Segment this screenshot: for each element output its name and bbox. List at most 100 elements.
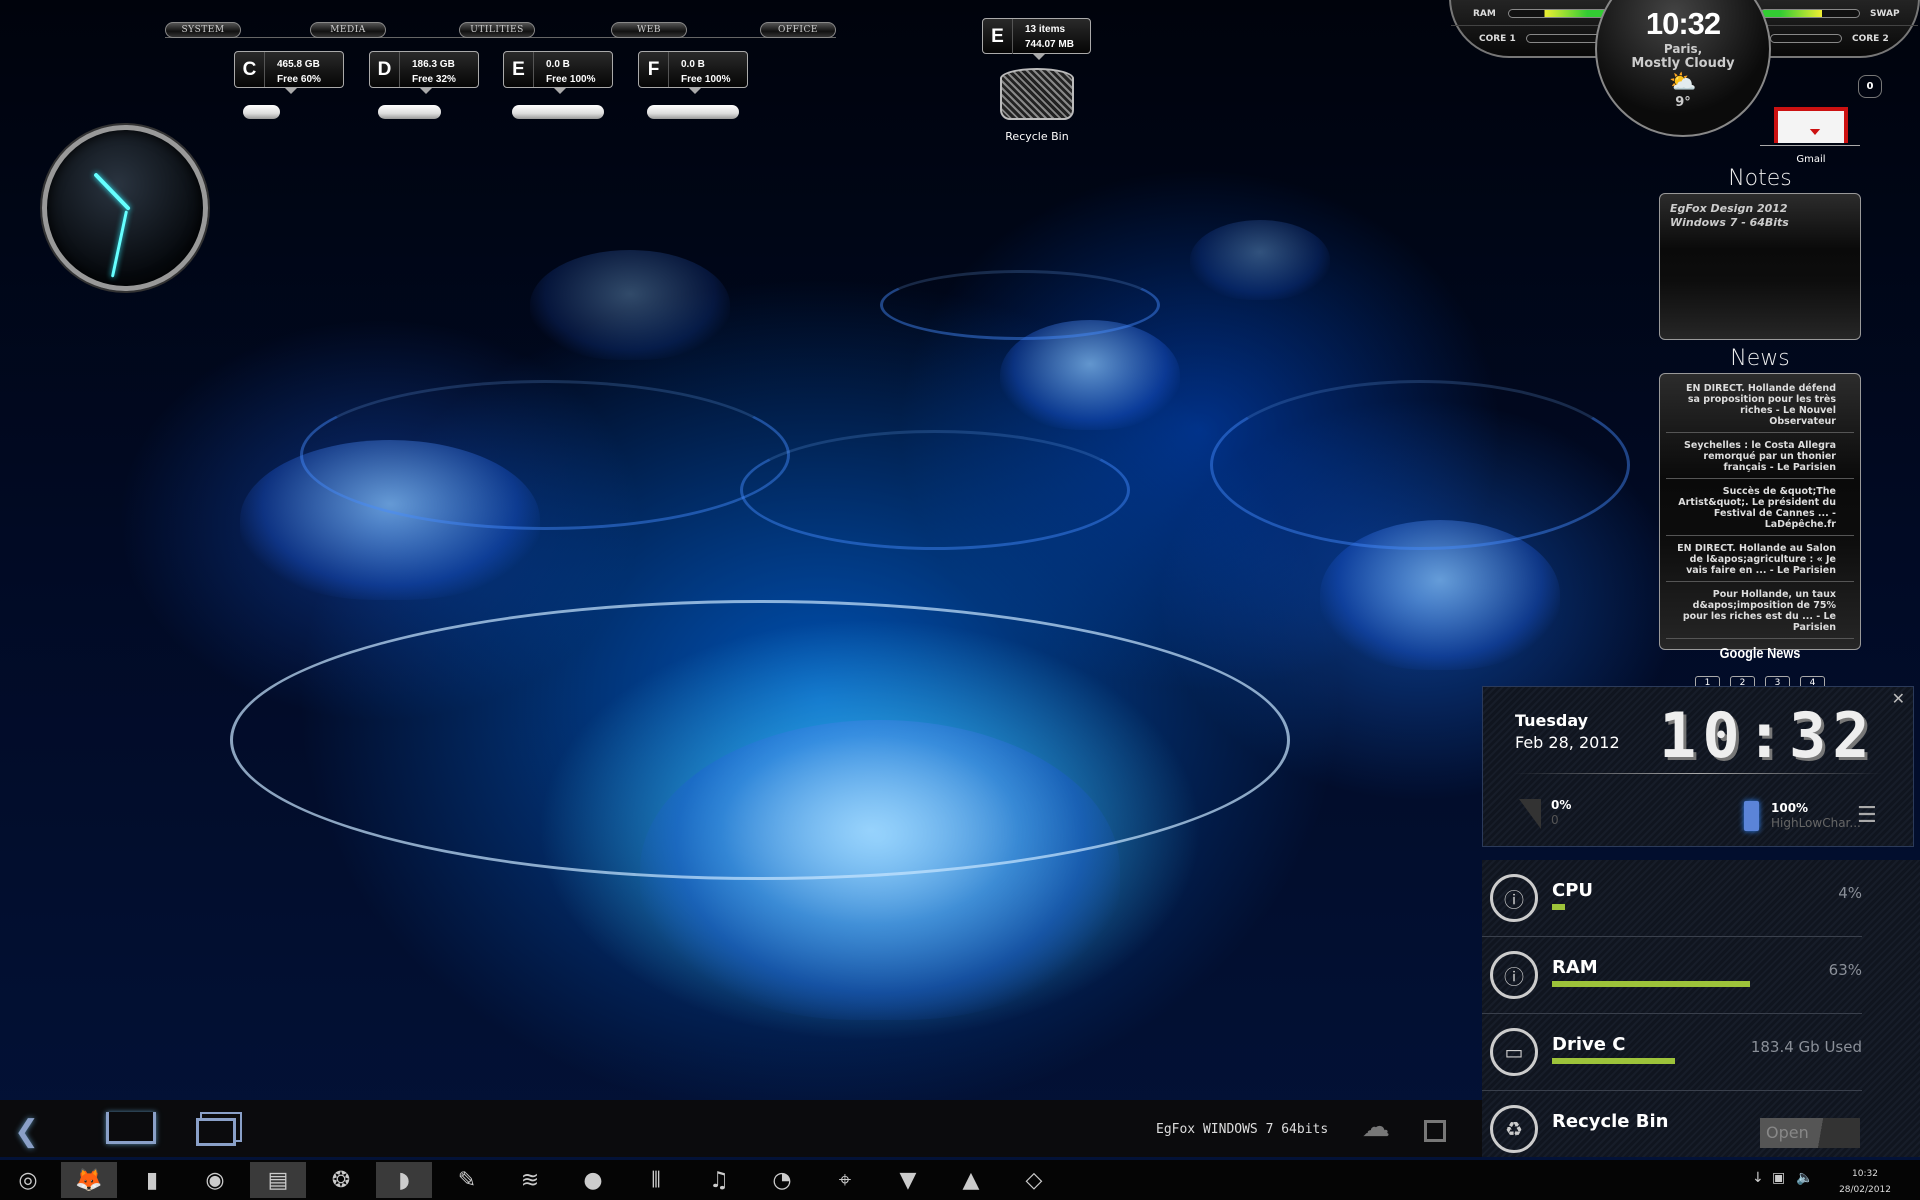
battery-percent: 100%: [1771, 801, 1809, 815]
water-ring: [740, 430, 1130, 550]
news-item[interactable]: EN DIRECT. Hollande au Salon de l&apos;a…: [1666, 536, 1854, 582]
core1-label: CORE 1: [1479, 34, 1516, 44]
chrome-icon[interactable]: ◉: [187, 1162, 243, 1198]
water-ring: [880, 270, 1160, 340]
battery-label: HighLowChar...: [1771, 816, 1861, 830]
stat-name: CPU: [1552, 880, 1594, 901]
analog-clock: [42, 125, 208, 291]
settings-sliders-icon[interactable]: ☰: [1857, 803, 1877, 828]
pen-icon[interactable]: ✎: [439, 1162, 495, 1198]
drive-usage-bar: [243, 105, 280, 119]
cpu-info-icon: ⓘ: [1490, 874, 1538, 922]
stat-value: 183.4 Gb Used: [1750, 1038, 1862, 1056]
gmail-icon[interactable]: [1774, 107, 1848, 143]
drive-c-widget[interactable]: C 465.8 GB Free 60%: [234, 51, 344, 94]
swap-label: SWAP: [1870, 9, 1900, 19]
weather-time: 10:32: [1645, 6, 1721, 41]
weather-condition: Mostly Cloudy: [1631, 56, 1735, 71]
start-icon[interactable]: ◎: [0, 1162, 56, 1198]
clock-widget: ✕ Tuesday Feb 28, 2012 10:32 0% 0 100% H…: [1482, 686, 1914, 847]
google-news-label[interactable]: Google News: [1675, 645, 1845, 662]
drive-usage-bar: [647, 105, 739, 119]
weather-city: Paris,: [1663, 42, 1703, 56]
drive-letter: E: [504, 52, 534, 87]
navigation-bar: ❮ EgFox WINDOWS 7 64bits ☁: [0, 1100, 1482, 1157]
tray-time: 10:32: [1852, 1169, 1878, 1179]
partly-cloudy-icon: ⛅: [1669, 70, 1697, 95]
firefox-icon[interactable]: 🦊: [61, 1162, 117, 1198]
drive-e-widget[interactable]: E 0.0 B Free 100%: [503, 51, 613, 94]
swap-meter: [1760, 9, 1860, 18]
tray-clock[interactable]: 10:32 28/02/2012: [1830, 1166, 1900, 1198]
brush-icon[interactable]: ▮: [124, 1162, 180, 1198]
cloud-icon[interactable]: ☁: [1362, 1110, 1390, 1143]
music-icon[interactable]: ♫: [691, 1162, 747, 1198]
tab-web[interactable]: Web: [611, 22, 687, 38]
gmail-count-badge: 0: [1858, 75, 1882, 98]
news-item[interactable]: Succès de &quot;The Artist&quot;. Le pré…: [1666, 479, 1854, 536]
home-icon[interactable]: [106, 1112, 156, 1144]
coconut-icon[interactable]: ●: [565, 1162, 621, 1198]
drive-info: 0.0 B Free 100%: [681, 59, 731, 85]
recycle-bin-widget[interactable]: E 13 items 744.07 MB Recycle Bin: [982, 18, 1092, 153]
note-line: EgFox Design 2012: [1670, 202, 1788, 215]
stat-value: 63%: [1828, 961, 1862, 979]
tab-utilities[interactable]: Utilities: [459, 22, 535, 38]
drive-letter: F: [639, 52, 669, 87]
core2-meter: [1770, 34, 1842, 43]
drive-usage-bar: [512, 105, 604, 119]
file-manager-icon[interactable]: ▤: [250, 1162, 306, 1198]
spotify-icon[interactable]: ≋: [502, 1162, 558, 1198]
taskbar: ◎ 🦊 ▮ ◉ ▤ ❂ ◗ ✎ ≋ ● ⫴ ♫ ◔ ⌖ ▼ ▲ ◇ ↓ ▣ 🔈 10:32 28/02/2012: [0, 1160, 1920, 1200]
tab-office[interactable]: Office: [760, 22, 836, 38]
stat-name: RAM: [1552, 957, 1598, 978]
tab-system[interactable]: System: [165, 22, 241, 38]
ram-meter: [1508, 9, 1608, 18]
vial-icon[interactable]: ▼: [880, 1162, 936, 1198]
satellite-icon[interactable]: ⌖: [817, 1162, 873, 1198]
tools-icon[interactable]: ⫴: [628, 1162, 684, 1198]
tray-date: 28/02/2012: [1839, 1185, 1891, 1195]
hard-drive-icon: ▭: [1490, 1028, 1538, 1076]
tray-network-icon[interactable]: ▣: [1772, 1170, 1785, 1186]
thunderbird-icon[interactable]: ❂: [313, 1162, 369, 1198]
stat-value: 4%: [1838, 884, 1862, 902]
stats-panel: ⓘ CPU 4% ⓘ RAM 63% ▭ Drive C 183.4 Gb Used…: [1482, 860, 1920, 1157]
stat-name: Drive C: [1552, 1034, 1626, 1055]
weekday: Tuesday: [1515, 711, 1589, 730]
external-link-icon[interactable]: [1424, 1120, 1446, 1142]
notes-panel[interactable]: EgFox Design 2012 Windows 7 - 64Bits: [1659, 193, 1861, 340]
close-icon[interactable]: ✕: [1892, 689, 1905, 708]
ram-info-icon: ⓘ: [1490, 951, 1538, 999]
trash-can-icon: [1000, 68, 1074, 120]
back-icon[interactable]: ❮: [14, 1114, 39, 1149]
crystal-icon[interactable]: ◇: [1006, 1162, 1062, 1198]
stat-row-recycle-bin: ♻ Recycle Bin Open: [1482, 1091, 1862, 1168]
recycle-bin-label: Recycle Bin: [1005, 130, 1069, 143]
tray-volume-icon[interactable]: 🔈: [1796, 1170, 1813, 1186]
recent-apps-icon[interactable]: [196, 1118, 236, 1146]
tray-download-icon[interactable]: ↓: [1752, 1170, 1764, 1186]
core1-meter: [1526, 34, 1606, 43]
stat-row-ram: ⓘ RAM 63%: [1482, 937, 1862, 1014]
paint-icon[interactable]: ◔: [754, 1162, 810, 1198]
recycle-info: 13 items 744.07 MB: [1025, 24, 1074, 50]
water-ring: [230, 600, 1290, 880]
weather-temp: 9°: [1675, 95, 1691, 110]
notes-title: Notes: [1728, 166, 1792, 191]
news-item[interactable]: Seychelles : le Costa Allegra remorqué p…: [1666, 433, 1854, 479]
tab-media[interactable]: Media: [310, 22, 386, 38]
drive-f-widget[interactable]: F 0.0 B Free 100%: [638, 51, 748, 94]
signal-value: 0: [1551, 813, 1559, 827]
gmail-label: Gmail: [1796, 154, 1826, 165]
news-item[interactable]: Pour Hollande, un taux d&apos;imposition…: [1666, 582, 1854, 639]
rainmeter-icon[interactable]: ◗: [376, 1162, 432, 1198]
drive-d-widget[interactable]: D 186.3 GB Free 32%: [369, 51, 479, 94]
date: Feb 28, 2012: [1515, 733, 1620, 752]
drive-info: 465.8 GB Free 60%: [277, 59, 321, 85]
news-panel: EN DIRECT. Hollande défend sa propositio…: [1659, 373, 1861, 690]
signal-percent: 0%: [1551, 798, 1572, 812]
vlc-icon[interactable]: ▲: [943, 1162, 999, 1198]
news-item[interactable]: EN DIRECT. Hollande défend sa propositio…: [1666, 376, 1854, 433]
open-recycle-bin-button[interactable]: Open: [1760, 1118, 1860, 1148]
